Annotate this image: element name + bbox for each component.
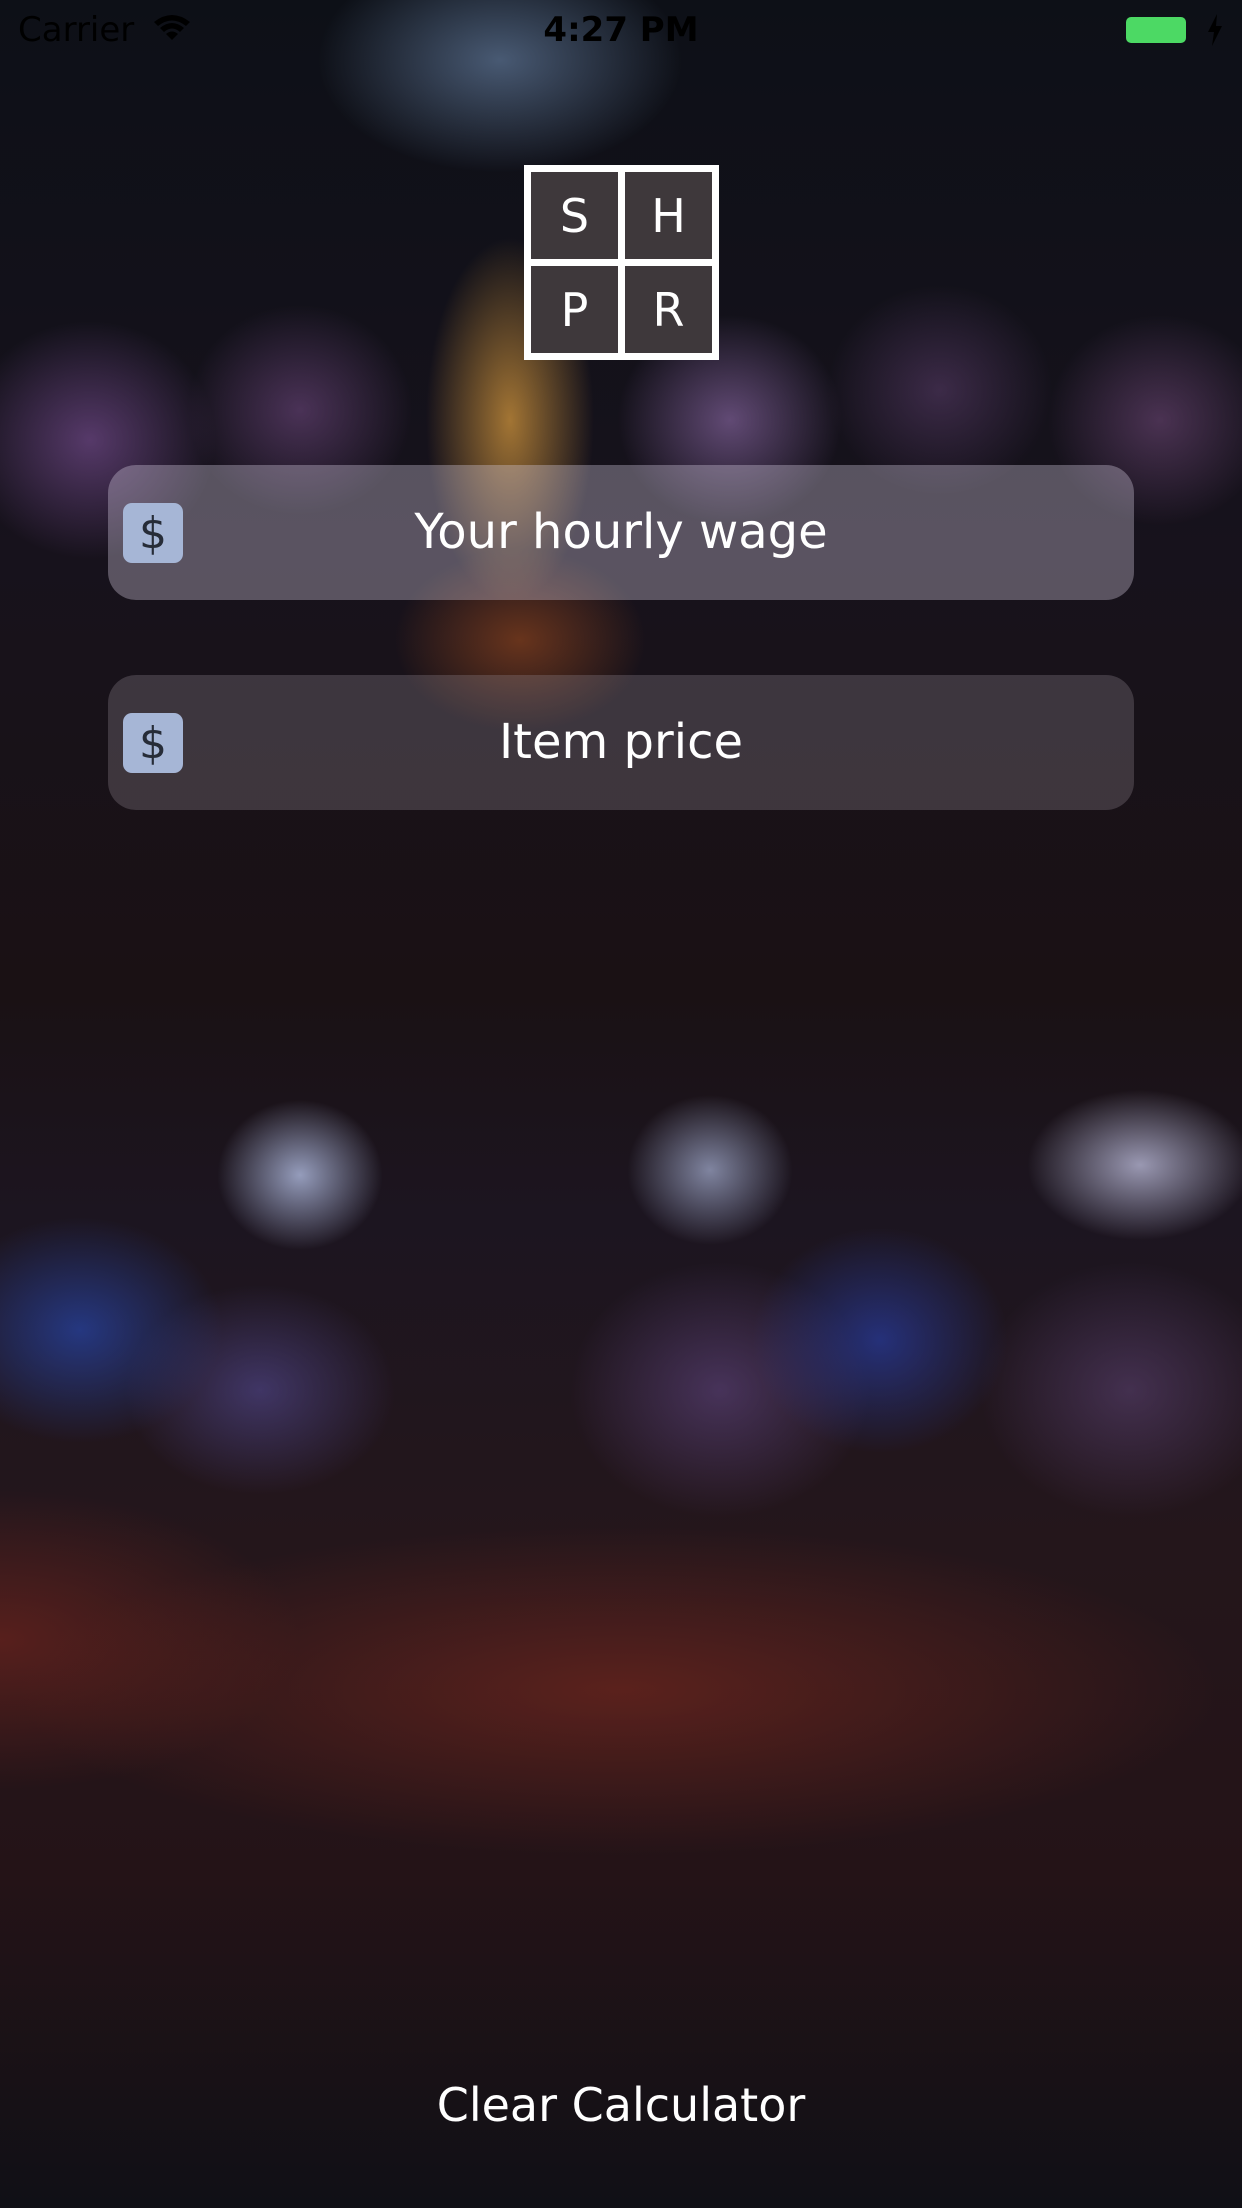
clock: 4:27 PM [543, 10, 699, 50]
logo-letter-h: H [625, 172, 712, 259]
logo-letter-r: R [625, 266, 712, 353]
item-price-placeholder: Item price [499, 714, 743, 770]
item-price-input[interactable]: $ Item price [108, 675, 1134, 810]
status-bar: Carrier 4:27 PM [0, 0, 1242, 60]
clear-calculator-button[interactable]: Clear Calculator [321, 2070, 921, 2140]
app-logo: S H P R [524, 165, 719, 360]
logo-letter-s: S [531, 172, 618, 259]
hourly-wage-input[interactable]: $ Your hourly wage [108, 465, 1134, 600]
logo-letter-p: P [531, 266, 618, 353]
hourly-wage-placeholder: Your hourly wage [414, 504, 828, 560]
charging-bolt-icon [1206, 14, 1224, 50]
battery-icon [1126, 17, 1186, 43]
